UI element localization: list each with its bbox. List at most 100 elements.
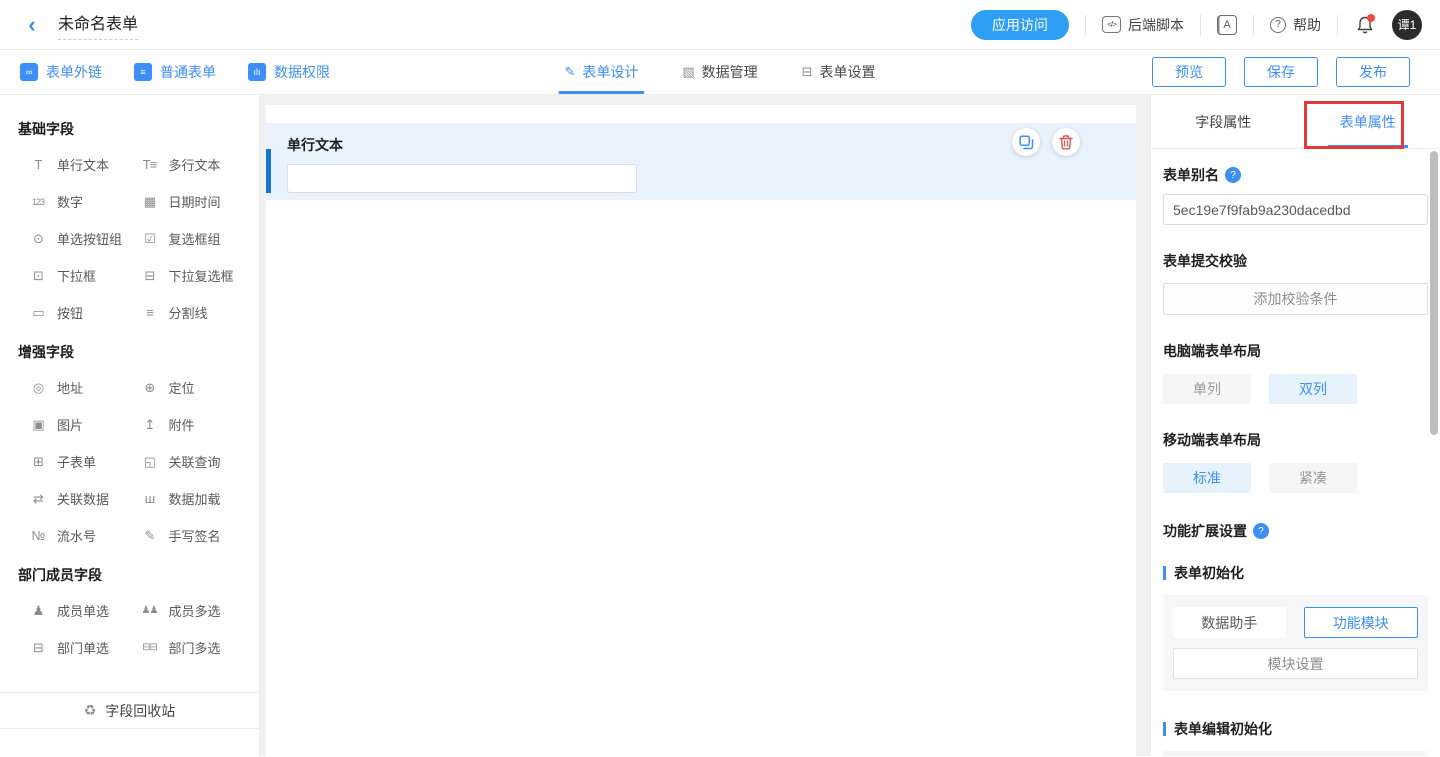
form-external-link-button[interactable]: ∞ 表单外链 <box>20 62 102 82</box>
field-item-button[interactable]: ▭按钮 <box>28 303 140 322</box>
tab-data-management-label: 数据管理 <box>702 62 758 82</box>
pc-layout-single-column-button[interactable]: 单列 <box>1163 374 1251 404</box>
tab-form-design[interactable]: ✎ 表单设计 <box>564 50 638 94</box>
tab-data-management[interactable]: ▧ 数据管理 <box>682 50 757 94</box>
submit-validation-label: 表单提交校验 <box>1163 251 1428 271</box>
member-fields-grid: ♟ 成员单选 ♟♟ 成员多选 ⊟部门单选 ⊟⊟部门多选 <box>0 601 259 657</box>
field-item-member-multi[interactable]: ♟♟ 成员多选 <box>140 601 252 620</box>
field-item-location[interactable]: ⊕ 定位 <box>140 378 252 397</box>
linked-data-icon: ⇄ <box>28 491 48 507</box>
field-label: 数字 <box>57 192 83 211</box>
copy-field-button[interactable] <box>1012 128 1040 156</box>
image-icon: ▣ <box>28 417 48 433</box>
help-button[interactable]: ? 帮助 <box>1270 15 1321 35</box>
save-button[interactable]: 保存 <box>1244 57 1318 87</box>
delete-field-button[interactable] <box>1052 128 1080 156</box>
normal-form-button[interactable]: ≡ 普通表单 <box>134 62 216 82</box>
add-validation-button[interactable]: 添加校验条件 <box>1163 283 1428 315</box>
field-item-select[interactable]: ⊡下拉框 <box>28 266 140 285</box>
form-canvas[interactable]: 单行文本 <box>260 95 1150 756</box>
field-label: 成员多选 <box>169 601 221 620</box>
form-edit-init-title: 表单编辑初始化 <box>1163 719 1428 739</box>
topbar-actions: 应用访问 </> 后端脚本 A ? 帮助 谭1 <box>971 10 1422 40</box>
mobile-layout-compact-button[interactable]: 紧凑 <box>1269 463 1357 493</box>
notification-bell-button[interactable] <box>1354 14 1376 36</box>
help-icon: ? <box>1270 17 1286 33</box>
field-item-signature[interactable]: ✎手写签名 <box>140 526 252 545</box>
form-alias-input[interactable] <box>1163 194 1428 225</box>
field-item-dept-single[interactable]: ⊟部门单选 <box>28 638 140 657</box>
dropdown-multi-icon: ⊟ <box>140 268 160 284</box>
member-single-icon: ♟ <box>28 603 48 619</box>
field-item-serial-number[interactable]: №流水号 <box>28 526 140 545</box>
normal-form-label: 普通表单 <box>160 62 216 82</box>
panel-scrollbar[interactable] <box>1430 151 1438 435</box>
extension-help-icon[interactable]: ? <box>1253 523 1269 539</box>
field-label: 单选按钮组 <box>57 229 122 248</box>
field-label: 成员单选 <box>57 601 109 620</box>
avatar[interactable]: 谭1 <box>1392 10 1422 40</box>
field-recycle-bin-button[interactable]: ♻ 字段回收站 <box>0 692 259 729</box>
canvas-field-input[interactable] <box>287 164 637 193</box>
form-init-module-setting-button[interactable]: 模块设置 <box>1173 648 1418 679</box>
alias-help-icon[interactable]: ? <box>1225 167 1241 183</box>
number-field-icon: 123 <box>28 197 48 207</box>
field-label: 分割线 <box>169 303 208 322</box>
field-item-subform[interactable]: ⊞子表单 <box>28 452 140 471</box>
field-label: 日期时间 <box>169 192 221 211</box>
field-item-radio-group[interactable]: ⊙单选按钮组 <box>28 229 140 248</box>
link-icon: ∞ <box>20 63 38 81</box>
form-title-editable[interactable]: 未命名表单 <box>58 10 138 40</box>
field-label: 关联数据 <box>57 489 109 508</box>
divider <box>1085 15 1086 35</box>
extension-settings-row: 功能扩展设置 ? <box>1163 521 1428 541</box>
field-item-number[interactable]: 123 数字 <box>28 192 140 211</box>
preview-button[interactable]: 预览 <box>1152 57 1226 87</box>
field-item-dept-multi[interactable]: ⊟⊟部门多选 <box>140 638 252 657</box>
divider <box>1337 15 1338 35</box>
field-label: 部门多选 <box>169 638 221 657</box>
tab-form-properties[interactable]: 表单属性 <box>1296 95 1440 148</box>
field-item-multi-line-text[interactable]: T≡多行文本 <box>140 155 252 174</box>
location-icon: ⊕ <box>140 380 160 396</box>
field-item-data-load[interactable]: ш数据加载 <box>140 489 252 508</box>
recycle-label: 字段回收站 <box>105 701 175 721</box>
backend-script-button[interactable]: </> 后端脚本 <box>1102 15 1184 35</box>
field-item-checkbox-group[interactable]: ☑复选框组 <box>140 229 252 248</box>
member-multi-icon: ♟♟ <box>140 605 160 616</box>
form-init-data-helper-button[interactable]: 数据助手 <box>1173 607 1286 638</box>
tab-field-properties[interactable]: 字段属性 <box>1151 95 1296 148</box>
tab-form-design-label: 表单设计 <box>582 62 638 82</box>
data-permission-label: 数据权限 <box>274 62 330 82</box>
tab-form-settings[interactable]: ⊟ 表单设置 <box>802 50 876 94</box>
mobile-layout-standard-button[interactable]: 标准 <box>1163 463 1251 493</box>
pc-layout-double-column-button[interactable]: 双列 <box>1269 374 1357 404</box>
back-icon[interactable]: ‹ <box>20 13 44 37</box>
field-label: 定位 <box>169 378 195 397</box>
field-label: 图片 <box>57 415 83 434</box>
divider-field-icon: ≡ <box>140 305 160 320</box>
properties-panel: 字段属性 表单属性 表单别名 ? 表单提交校验 添加校验条件 电脑端表单布局 单… <box>1150 95 1440 756</box>
field-item-image[interactable]: ▣ 图片 <box>28 415 140 434</box>
field-item-linked-query[interactable]: ◱关联查询 <box>140 452 252 471</box>
field-item-linked-data[interactable]: ⇄ 关联数据 <box>28 489 140 508</box>
address-book-button[interactable]: A <box>1217 15 1237 35</box>
field-item-divider[interactable]: ≡ 分割线 <box>140 303 252 322</box>
publish-button[interactable]: 发布 <box>1336 57 1410 87</box>
form-init-func-module-button[interactable]: 功能模块 <box>1304 607 1419 638</box>
data-permission-button[interactable]: ılı 数据权限 <box>248 62 330 82</box>
field-item-member-single[interactable]: ♟ 成员单选 <box>28 601 140 620</box>
field-label: 部门单选 <box>57 638 109 657</box>
field-item-datetime[interactable]: ▦日期时间 <box>140 192 252 211</box>
field-label: 地址 <box>57 378 83 397</box>
field-item-attachment[interactable]: ↥附件 <box>140 415 252 434</box>
field-item-address[interactable]: ◎地址 <box>28 378 140 397</box>
field-label: 按钮 <box>57 303 83 322</box>
field-item-multi-select[interactable]: ⊟下拉复选框 <box>140 266 252 285</box>
app-access-button[interactable]: 应用访问 <box>971 10 1069 40</box>
selected-field-single-line-text[interactable]: 单行文本 <box>266 123 1136 200</box>
copy-icon <box>1019 135 1034 150</box>
field-item-single-line-text[interactable]: T单行文本 <box>28 155 140 174</box>
selected-field-accent-bar <box>266 149 271 193</box>
canvas-field-label: 单行文本 <box>287 135 1116 155</box>
